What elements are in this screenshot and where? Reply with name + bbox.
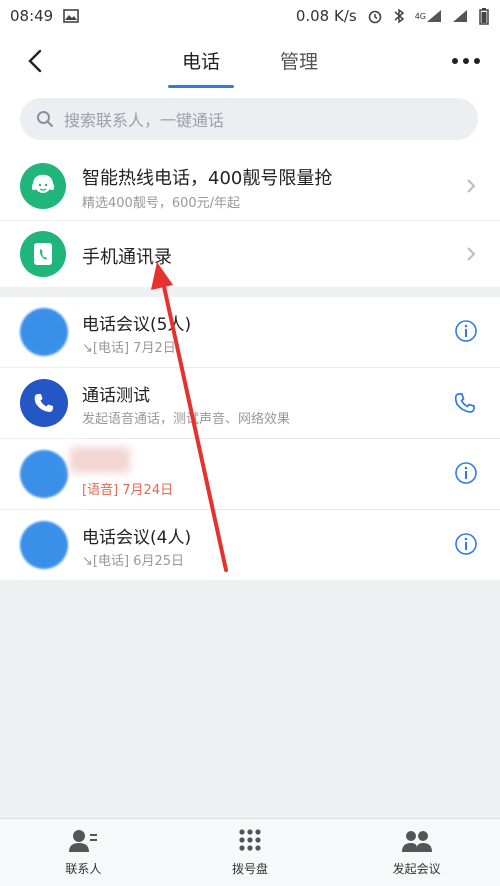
avatar (20, 450, 68, 498)
phone-contacts-title: 手机通讯录 (82, 247, 172, 268)
call-row[interactable]: 通话测试 发起语音通话，测试声音、网络效果 (0, 368, 500, 438)
section-gap (0, 287, 500, 297)
status-left: 08:49 (10, 7, 80, 25)
hotline-row[interactable]: 智能热线电话，400靓号限量抢 精选400靓号，600元/年起 (0, 152, 500, 220)
phone-icon (34, 394, 53, 412)
nav-contacts-label: 联系人 (65, 862, 102, 876)
call-subtitle: ↘[电话] 7月2日 (82, 341, 176, 356)
bottom-nav: 联系人 拨号盘 发起会议 (0, 818, 500, 886)
call-button[interactable] (452, 390, 478, 420)
avatar (20, 379, 68, 427)
chevron-right-icon (467, 179, 476, 193)
nav-contacts[interactable]: 联系人 (0, 819, 167, 886)
more-button[interactable] (446, 44, 486, 78)
hotline-avatar (20, 163, 66, 209)
info-icon (455, 533, 477, 555)
alarm-icon (367, 8, 383, 24)
search-input[interactable]: 搜索联系人，一键通话 (20, 98, 478, 140)
header: 电话 管理 (0, 32, 500, 88)
call-title: 电话会议(5人) (82, 315, 192, 335)
info-button[interactable] (454, 532, 478, 560)
battery-icon (478, 7, 490, 25)
dialpad-icon (239, 829, 261, 851)
status-right: 0.08 K/s 4G (296, 7, 490, 25)
search-placeholder: 搜索联系人，一键通话 (64, 111, 225, 130)
call-row[interactable]: [语音] 7月24日 (0, 439, 500, 509)
status-time: 08:49 (10, 7, 54, 25)
customer-service-icon (32, 174, 54, 193)
nav-start-meeting[interactable]: 发起会议 (333, 819, 500, 886)
info-icon (455, 462, 477, 484)
contacts-icon (69, 830, 98, 852)
network-label: 4G (414, 11, 426, 21)
call-title: 通话测试 (82, 386, 150, 406)
contacts-book-avatar (20, 231, 66, 277)
call-row[interactable]: 电话会议(5人) ↘[电话] 7月2日 (0, 297, 500, 367)
redacted-name (70, 447, 130, 473)
nav-dialpad[interactable]: 拨号盘 (167, 819, 334, 886)
address-book-icon (34, 243, 52, 265)
bluetooth-icon (393, 8, 405, 24)
search-section: 搜索联系人，一键通话 (0, 88, 500, 152)
call-subtitle: [语音] 7月24日 (82, 483, 174, 498)
back-button[interactable] (18, 44, 52, 78)
more-dots-icon (452, 58, 480, 64)
signal-4g-icon: 4G (415, 9, 442, 23)
nav-dialpad-label: 拨号盘 (232, 862, 269, 876)
avatar (20, 521, 68, 569)
meeting-icon (401, 831, 432, 852)
signal-icon (452, 9, 468, 23)
chevron-right-icon (467, 247, 476, 261)
hotline-title: 智能热线电话，400靓号限量抢 (82, 168, 333, 189)
call-subtitle: 发起语音通话，测试声音、网络效果 (82, 412, 291, 427)
phone-contacts-row[interactable]: 手机通讯录 (0, 221, 500, 287)
image-icon (63, 9, 80, 23)
search-icon (37, 111, 53, 127)
tab-bar: 电话 管理 (167, 39, 332, 88)
phone-icon (454, 393, 475, 413)
info-button[interactable] (454, 461, 478, 489)
nav-start-meeting-label: 发起会议 (392, 862, 441, 876)
avatar (20, 308, 68, 356)
call-row[interactable]: 电话会议(4人) ↘[电话] 6月25日 (0, 510, 500, 580)
network-speed: 0.08 K/s (295, 7, 357, 25)
info-icon (455, 320, 477, 342)
call-title: 电话会议(4人) (82, 528, 192, 548)
tab-phone[interactable]: 电话 (167, 39, 235, 88)
call-subtitle: ↘[电话] 6月25日 (82, 554, 184, 569)
hotline-subtitle: 精选400靓号，600元/年起 (82, 196, 241, 211)
info-button[interactable] (454, 319, 478, 347)
status-bar: 08:49 0.08 K/s 4G (0, 0, 500, 32)
chevron-left-icon (28, 49, 42, 73)
tab-manage[interactable]: 管理 (266, 39, 332, 82)
